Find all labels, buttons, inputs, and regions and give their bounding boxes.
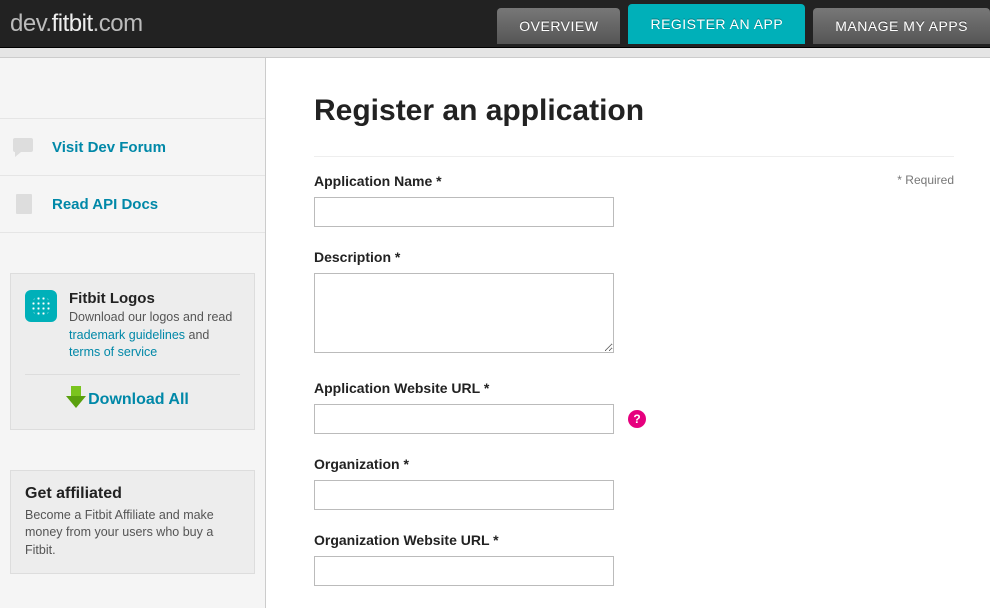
affiliate-title: Get affiliated xyxy=(25,485,240,503)
doc-icon xyxy=(10,190,38,218)
label-app-url: Application Website URL * xyxy=(314,380,954,396)
site-logo[interactable]: dev.fitbit.com xyxy=(10,10,143,38)
help-icon[interactable]: ? xyxy=(628,410,646,428)
logo-brand: fitbit xyxy=(52,10,93,37)
label-app-name: Application Name * xyxy=(314,173,954,189)
label-organization: Organization * xyxy=(314,456,954,472)
field-app-url: Application Website URL * ? xyxy=(314,380,954,434)
download-all-link[interactable]: Download All xyxy=(88,391,189,409)
field-organization: Organization * xyxy=(314,456,954,510)
page-content: Visit Dev Forum Read API Docs Fitbit Log… xyxy=(0,58,990,608)
top-header: dev.fitbit.com OVERVIEW REGISTER AN APP … xyxy=(0,0,990,48)
required-note: * Required xyxy=(897,173,954,187)
tab-overview[interactable]: OVERVIEW xyxy=(497,8,620,44)
logo-dev: dev. xyxy=(10,10,52,37)
input-description[interactable] xyxy=(314,273,614,353)
logos-box: Fitbit Logos Download our logos and read… xyxy=(10,273,255,430)
field-org-url: Organization Website URL * xyxy=(314,532,954,586)
label-org-url: Organization Website URL * xyxy=(314,532,954,548)
logos-title: Fitbit Logos xyxy=(69,290,240,307)
logos-text: Download our logos and read trademark gu… xyxy=(69,309,240,362)
tab-manage-apps[interactable]: MANAGE MY APPS xyxy=(813,8,990,44)
logos-pre: Download our logos and read xyxy=(69,310,232,324)
trademark-link[interactable]: trademark guidelines xyxy=(69,328,185,342)
tos-link[interactable]: terms of service xyxy=(69,345,157,359)
primary-nav: OVERVIEW REGISTER AN APP MANAGE MY APPS xyxy=(489,0,990,48)
field-app-name: Application Name * xyxy=(314,173,954,227)
fitbit-logo-icon xyxy=(25,290,57,322)
download-row[interactable]: Download All xyxy=(25,374,240,413)
register-form: * Required Application Name * Descriptio… xyxy=(314,156,954,586)
sidebar-item-docs[interactable]: Read API Docs xyxy=(0,176,265,233)
logo-com: .com xyxy=(93,10,143,37)
chat-icon xyxy=(10,133,38,161)
tab-register-app[interactable]: REGISTER AN APP xyxy=(628,4,805,44)
sub-bar xyxy=(0,48,990,58)
sidebar-item-forum[interactable]: Visit Dev Forum xyxy=(0,118,265,176)
affiliate-box: Get affiliated Become a Fitbit Affiliate… xyxy=(10,470,255,575)
input-app-name[interactable] xyxy=(314,197,614,227)
label-description: Description * xyxy=(314,249,954,265)
input-organization[interactable] xyxy=(314,480,614,510)
field-description: Description * xyxy=(314,249,954,358)
input-app-url[interactable] xyxy=(314,404,614,434)
logos-mid: and xyxy=(185,328,209,342)
forum-link[interactable]: Visit Dev Forum xyxy=(52,139,166,156)
affiliate-text: Become a Fitbit Affiliate and make money… xyxy=(25,507,240,560)
page-title: Register an application xyxy=(314,94,954,128)
main-panel: Register an application * Required Appli… xyxy=(265,58,990,608)
docs-link[interactable]: Read API Docs xyxy=(52,196,158,213)
sidebar: Visit Dev Forum Read API Docs Fitbit Log… xyxy=(0,58,265,608)
